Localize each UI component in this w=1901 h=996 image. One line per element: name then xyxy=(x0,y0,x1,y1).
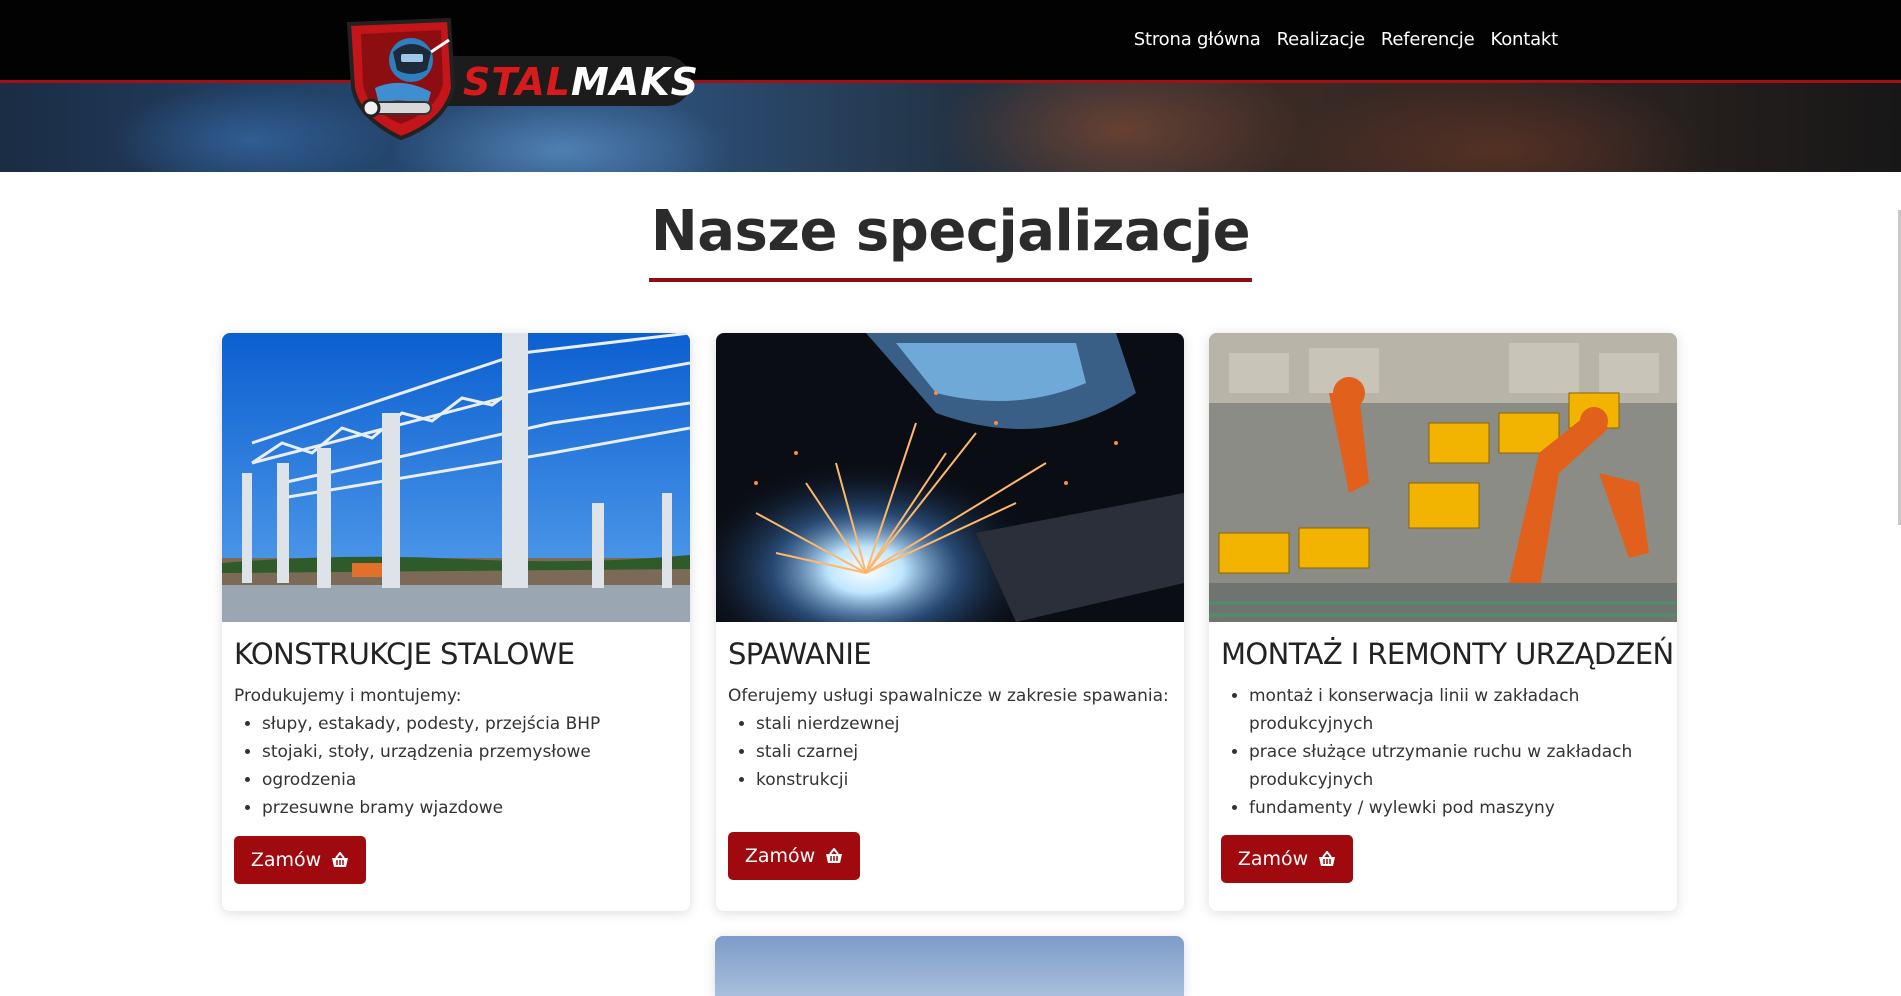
card-list: stali nierdzewnej stali czarnej konstruk… xyxy=(728,710,1172,794)
list-item: prace służące utrzymanie ruchu w zakłada… xyxy=(1249,738,1665,794)
list-item: montaż i konserwacja linii w zakładach p… xyxy=(1249,682,1665,738)
card-intro: Produkujemy i montujemy: xyxy=(234,686,462,706)
card-steel-structures: KONSTRUKCJE STALOWE Produkujemy i montuj… xyxy=(222,333,690,911)
nav-link-realizacje[interactable]: Realizacje xyxy=(1277,28,1365,52)
logo[interactable]: STALMAKS xyxy=(345,18,698,140)
list-item: słupy, estakady, podesty, przejścia BHP xyxy=(262,710,678,738)
list-item: przesuwne bramy wjazdowe xyxy=(262,794,678,822)
order-button[interactable]: Zamów xyxy=(728,832,860,880)
card-title: MONTAŻ I REMONTY URZĄDZEŃ xyxy=(1221,637,1674,671)
nav-link-kontakt[interactable]: Kontakt xyxy=(1491,28,1559,52)
basket-icon xyxy=(1319,851,1336,866)
basket-icon xyxy=(826,848,843,863)
list-item: stali czarnej xyxy=(756,738,1172,766)
steel-structure-photo xyxy=(222,333,690,622)
list-item: fundamenty / wylewki pod maszyny xyxy=(1249,794,1665,822)
card-installation: MONTAŻ I REMONTY URZĄDZEŃ montaż i konse… xyxy=(1209,333,1677,911)
list-item: stojaki, stoły, urządzenia przemysłowe xyxy=(262,738,678,766)
top-navbar xyxy=(0,0,1901,83)
order-button-label: Zamów xyxy=(1237,848,1309,870)
industrial-robots-photo xyxy=(1209,333,1677,622)
card-intro: Oferujemy usługi spawalnicze w zakresie … xyxy=(728,686,1169,706)
order-button-label: Zamów xyxy=(744,845,816,867)
logo-text: STALMAKS xyxy=(463,60,700,104)
nav-link-referencje[interactable]: Referencje xyxy=(1381,28,1475,52)
list-item: konstrukcji xyxy=(756,766,1172,794)
list-item: stali nierdzewnej xyxy=(756,710,1172,738)
nav-link-home[interactable]: Strona główna xyxy=(1134,28,1261,52)
card-list: słupy, estakady, podesty, przejścia BHP … xyxy=(234,710,678,822)
card-welding: SPAWANIE Oferujemy usługi spawalnicze w … xyxy=(716,333,1184,911)
main-nav: Strona główna Realizacje Referencje Kont… xyxy=(1134,28,1558,52)
card-title: KONSTRUKCJE STALOWE xyxy=(234,637,575,671)
card-next-partial xyxy=(715,936,1184,996)
list-item: ogrodzenia xyxy=(262,766,678,794)
header-banner: STALMAKS Strona główna Realizacje Refere… xyxy=(0,0,1901,172)
order-button[interactable]: Zamów xyxy=(1221,835,1353,883)
card-list: montaż i konserwacja linii w zakładach p… xyxy=(1221,682,1665,822)
section-title-wrap: Nasze specjalizacje xyxy=(0,196,1901,282)
basket-icon xyxy=(332,852,349,867)
order-button-label: Zamów xyxy=(250,849,322,871)
order-button[interactable]: Zamów xyxy=(234,836,366,884)
card-title: SPAWANIE xyxy=(728,637,872,671)
section-title: Nasze specjalizacje xyxy=(648,196,1253,282)
welder-shield-icon xyxy=(346,18,456,140)
welding-sparks-photo xyxy=(716,333,1184,622)
